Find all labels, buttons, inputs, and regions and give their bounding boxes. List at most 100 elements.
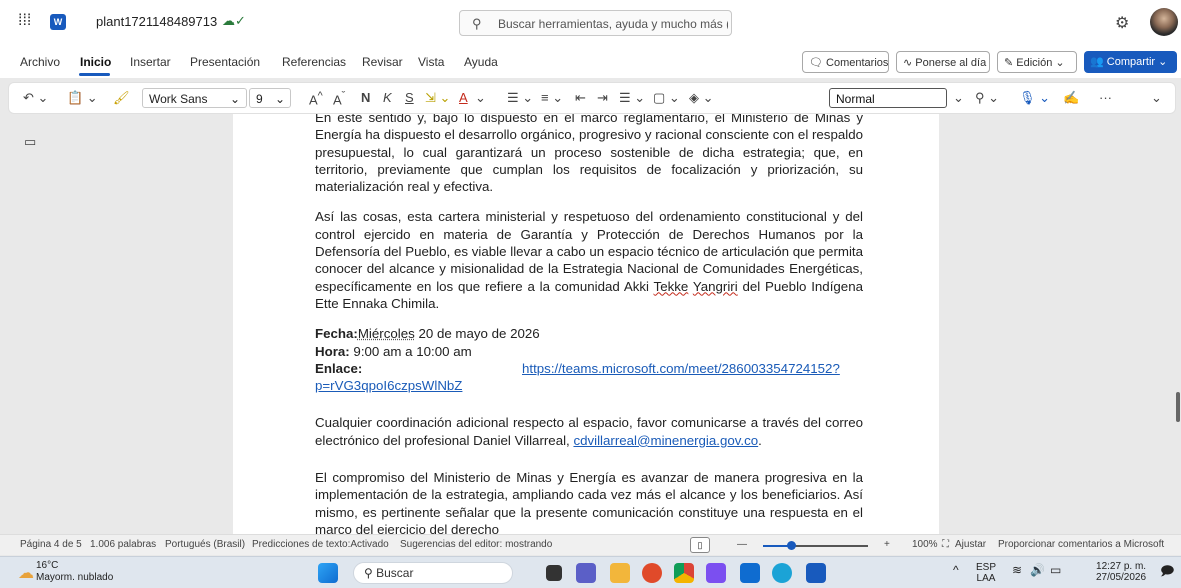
font-color-icon[interactable]: A	[459, 90, 468, 105]
document-title[interactable]: plant1721148489713	[96, 14, 217, 29]
chrome-icon[interactable]	[674, 563, 694, 583]
tab-referencias[interactable]: Referencias	[282, 55, 346, 69]
navigation-pane-icon[interactable]: ▭	[24, 134, 36, 150]
borders-icon[interactable]: ▢ ⌄	[653, 90, 680, 106]
tab-revisar[interactable]: Revisar	[362, 55, 403, 69]
align-icon[interactable]: ☰ ⌄	[619, 90, 645, 106]
weather-cloud-icon[interactable]: ☁	[18, 563, 34, 583]
clock[interactable]: 12:27 p. m. 27/05/2026	[1096, 561, 1146, 583]
battery-icon[interactable]: ▭	[1050, 564, 1061, 576]
enlace-label: Enlace:	[315, 360, 363, 376]
catchup-button[interactable]: ∿ Ponerse al día	[896, 51, 990, 73]
chevron-up-icon[interactable]: ^	[953, 564, 959, 576]
chevron-down-icon[interactable]: ⌄	[953, 90, 964, 106]
user-avatar[interactable]	[1150, 8, 1178, 36]
tab-presentacion[interactable]: Presentación	[190, 55, 260, 69]
scrollbar-thumb[interactable]	[1176, 392, 1180, 422]
decrease-indent-icon[interactable]: ⇤	[575, 90, 586, 106]
font-family-value: Work Sans	[149, 92, 208, 106]
paragraph-3: Cualquier coordinación adicional respect…	[315, 414, 863, 449]
editor-icon[interactable]: ✍	[1063, 90, 1079, 106]
volume-icon[interactable]: 🔊	[1030, 564, 1045, 576]
zoom-out-icon[interactable]: —	[737, 539, 747, 550]
bullets-icon[interactable]: ☰ ⌄	[507, 90, 533, 106]
shading-icon[interactable]: ◈ ⌄	[689, 90, 714, 106]
fit-button[interactable]: Ajustar	[955, 539, 986, 550]
taskbar-search[interactable]: ⚲ Buscar	[353, 562, 513, 584]
cloud-saved-icon[interactable]: ☁✓	[222, 13, 246, 29]
page-count[interactable]: Página 4 de 5	[20, 539, 82, 550]
fit-icon[interactable]: ⛶	[942, 539, 949, 550]
shrink-font-icon[interactable]: Aˇ	[333, 90, 345, 107]
paste-icon[interactable]: 📋 ⌄	[67, 90, 98, 106]
pencil-icon: ✎	[1004, 57, 1014, 69]
document-body[interactable]: En este sentido y, bajo lo dispuesto en …	[315, 114, 863, 534]
firefox-icon[interactable]	[642, 563, 662, 583]
underline-button[interactable]: S	[405, 90, 414, 105]
notifications-icon[interactable]: 🗩	[1160, 564, 1174, 577]
file-explorer-icon[interactable]	[610, 563, 630, 583]
editor-suggestions[interactable]: Sugerencias del editor: mostrando	[400, 539, 552, 550]
fecha-day: Miércoles	[357, 326, 415, 342]
zoom-level[interactable]: 100%	[912, 539, 938, 550]
document-page[interactable]: En este sentido y, bajo lo dispuesto en …	[233, 114, 939, 534]
email-link[interactable]: cdvillarreal@minenergia.gov.co	[573, 433, 758, 448]
input-language[interactable]: ESP LAA	[976, 562, 996, 584]
increase-indent-icon[interactable]: ⇥	[597, 90, 608, 106]
dictate-icon[interactable]: 🎙 ⌄	[1019, 90, 1050, 106]
expand-ribbon-icon[interactable]: ⌄	[1151, 90, 1162, 106]
paragraph-3-end: .	[758, 432, 762, 448]
weather-widget[interactable]: 16°C Mayorm. nublado	[36, 560, 113, 584]
tab-insertar[interactable]: Insertar	[130, 55, 171, 69]
title-bar: ⁞⁞⁞ W plant1721148489713 ☁✓ ⚲ Buscar her…	[0, 0, 1181, 44]
tab-ayuda[interactable]: Ayuda	[464, 55, 498, 69]
word-taskbar-icon[interactable]	[806, 563, 826, 583]
tab-inicio[interactable]: Inicio	[80, 55, 111, 69]
share-icon: 👥	[1090, 56, 1104, 68]
format-painter-icon[interactable]: 🖌	[113, 90, 130, 106]
fecha-value: 20 de mayo de 2026	[414, 326, 540, 342]
task-view-icon[interactable]	[546, 565, 562, 581]
editing-mode-button[interactable]: ✎ Edición ⌄	[997, 51, 1077, 73]
zoom-slider-knob[interactable]	[787, 541, 796, 550]
bold-button[interactable]: N	[361, 90, 370, 105]
paragraph-1: En este sentido y, bajo lo dispuesto en …	[315, 114, 863, 195]
teams-icon[interactable]	[576, 563, 596, 583]
wifi-icon[interactable]: ≋	[1012, 564, 1022, 576]
misspelled-word[interactable]: Yangriri	[693, 279, 738, 294]
search-icon: ⚲	[472, 16, 482, 31]
find-icon[interactable]: ⚲ ⌄	[975, 90, 999, 106]
app-launcher-icon[interactable]: ⁞⁞⁞	[18, 13, 34, 29]
view-mode-icon[interactable]: ▯	[690, 537, 710, 553]
style-select[interactable]: Normal	[829, 88, 947, 108]
tab-vista[interactable]: Vista	[418, 55, 444, 69]
undo-icon[interactable]: ↶ ⌄	[23, 90, 48, 106]
copilot-icon[interactable]	[706, 563, 726, 583]
meeting-link[interactable]: https://teams.microsoft.com/meet/2860033…	[522, 360, 840, 377]
grow-font-icon[interactable]: A^	[309, 90, 323, 107]
highlight-icon[interactable]: ⇲ ⌄	[425, 90, 450, 106]
text-predictions[interactable]: Predicciones de texto:Activado	[252, 539, 389, 550]
windows-start-icon[interactable]	[318, 563, 338, 583]
tab-archivo[interactable]: Archivo	[20, 55, 60, 69]
italic-button[interactable]: K	[383, 90, 392, 105]
meeting-link-cont[interactable]: p=rVG3qpoI6czpsWlNbZ	[315, 378, 462, 393]
language[interactable]: Portugués (Brasil)	[165, 539, 245, 550]
font-family-select[interactable]: Work Sans ⌄	[142, 88, 247, 108]
edge-icon[interactable]	[772, 563, 792, 583]
chevron-down-icon[interactable]: ⌄	[475, 90, 486, 106]
misspelled-word[interactable]: Tekke	[654, 279, 689, 294]
search-box[interactable]: ⚲ Buscar herramientas, ayuda y mucho más…	[459, 10, 732, 36]
more-options-icon[interactable]: ···	[1099, 90, 1112, 105]
numbering-icon[interactable]: ≡ ⌄	[541, 90, 563, 106]
settings-gear-icon[interactable]: ⚙	[1115, 13, 1129, 33]
calendar-app-icon[interactable]	[740, 563, 760, 583]
font-size-select[interactable]: 9 ⌄	[249, 88, 291, 108]
comments-button[interactable]: 🗨 Comentarios	[802, 51, 889, 73]
zoom-in-icon[interactable]: +	[884, 539, 890, 550]
fecha-label: Fecha:	[315, 326, 358, 342]
word-count[interactable]: 1.006 palabras	[90, 539, 156, 550]
pulse-icon: ∿	[903, 57, 913, 69]
share-button[interactable]: 👥 Compartir ⌄	[1084, 51, 1177, 73]
feedback-link[interactable]: Proporcionar comentarios a Microsoft	[998, 539, 1164, 550]
